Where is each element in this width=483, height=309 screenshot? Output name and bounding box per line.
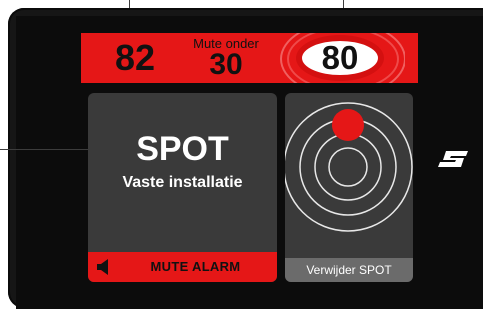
speaker-icon (97, 259, 108, 275)
mute-alarm-button[interactable]: MUTE ALARM (88, 252, 277, 282)
remove-spot-button[interactable]: Verwijder SPOT (285, 93, 413, 282)
speed-limit-value: 80 (321, 39, 359, 76)
brand-s-logo (438, 151, 468, 167)
current-speed: 82 (114, 37, 156, 78)
spot-title: SPOT (136, 130, 229, 168)
mute-threshold-value: 30 (209, 48, 243, 81)
radar-dot (332, 109, 364, 141)
mute-alarm-label: MUTE ALARM (150, 259, 241, 274)
spot-panel: SPOT Vaste installatie MUTE ALARM (88, 93, 277, 282)
spot-subtitle: Vaste installatie (122, 174, 243, 191)
remove-spot-label: Verwijder SPOT (285, 258, 413, 282)
radar-rings-icon (285, 102, 413, 232)
stage: 82 Mute onder 30 80 SPOT Vaste installat… (0, 0, 483, 309)
